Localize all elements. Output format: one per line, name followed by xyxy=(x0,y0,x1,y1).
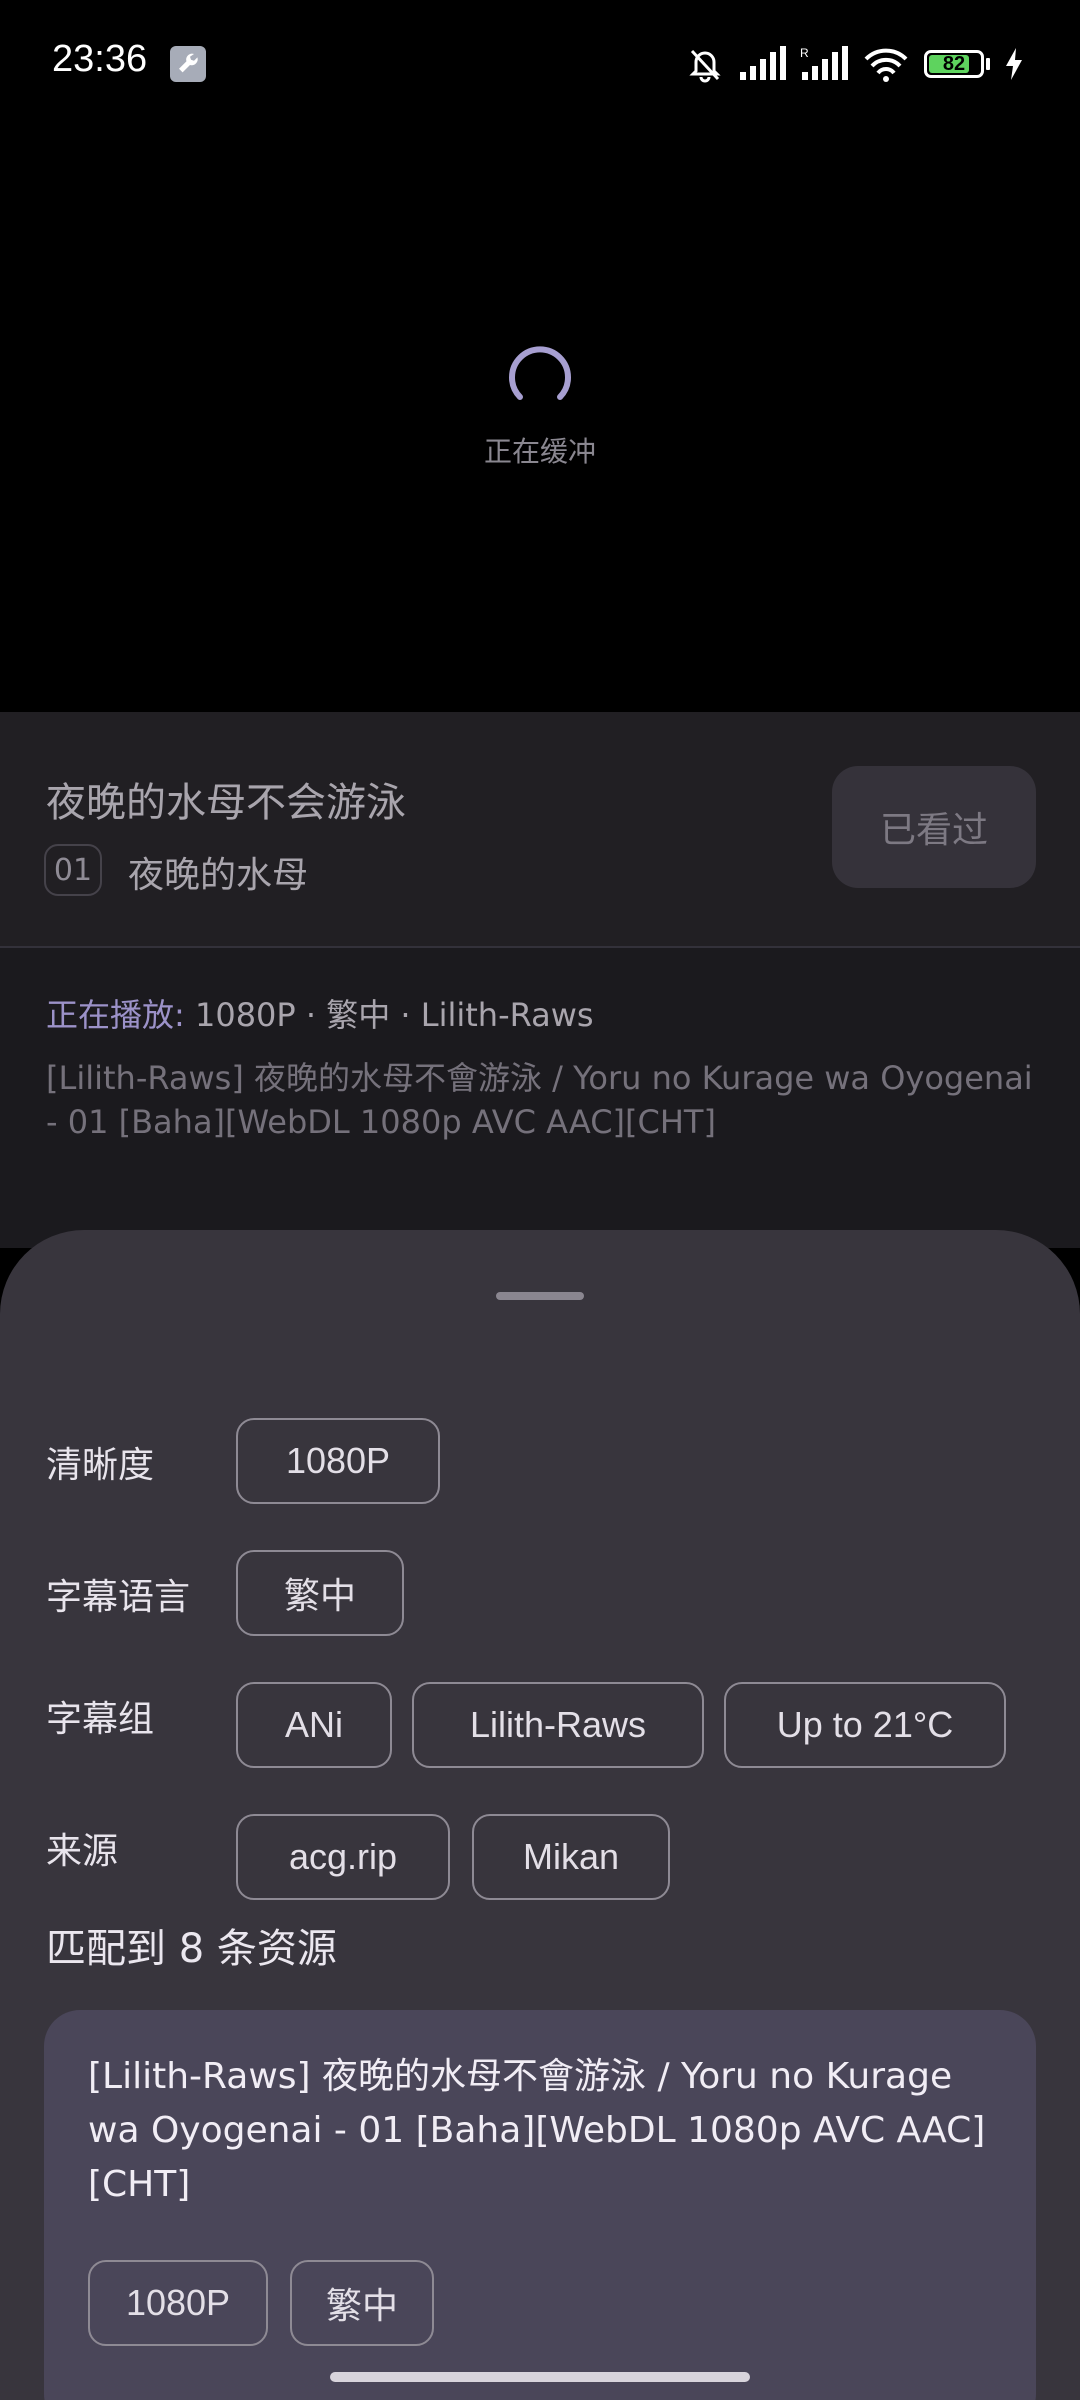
now-playing-line: 正在播放: 1080P · 繁中 · Lilith-Raws xyxy=(46,990,594,1036)
wifi-icon xyxy=(864,48,908,82)
resource-tag-resolution: 1080P xyxy=(88,2260,268,2346)
signal-icon xyxy=(740,46,786,80)
battery-level: 82 xyxy=(942,52,966,75)
status-icons: R 82 xyxy=(686,42,1024,86)
now-playing-info: 1080P · 繁中 · Lilith-Raws xyxy=(194,996,594,1034)
filter-label-subtitle-language: 字幕语言 xyxy=(46,1577,191,1618)
chip-subtitle-group-ani[interactable]: ANi xyxy=(236,1682,392,1768)
filter-row-subtitle-language: 字幕语言 繁中 xyxy=(0,1550,1080,1640)
chip-subtitle-group-lilith-raws[interactable]: Lilith-Raws xyxy=(412,1682,704,1768)
filter-label-source: 来源 xyxy=(46,1831,119,1872)
chip-source-mikan[interactable]: Mikan xyxy=(472,1814,670,1900)
video-player[interactable]: 正在缓冲 xyxy=(0,130,1080,712)
loading-spinner-icon xyxy=(509,346,571,400)
match-count: 匹配到 8 条资源 xyxy=(46,1926,337,1972)
resource-card[interactable]: [Lilith-Raws] 夜晚的水母不會游泳 / Yoru no Kurage… xyxy=(44,2010,1036,2400)
now-playing-section: 正在播放: 1080P · 繁中 · Lilith-Raws [Lilith-R… xyxy=(0,948,1080,1248)
home-indicator[interactable] xyxy=(330,2372,750,2382)
status-time: 23:36 xyxy=(52,38,148,80)
resource-title: [Lilith-Raws] 夜晚的水母不會游泳 / Yoru no Kurage… xyxy=(88,2056,986,2205)
chip-resolution-1080p[interactable]: 1080P xyxy=(236,1418,440,1504)
episode-header: 夜晚的水母不会游泳 01 夜晚的水母 已看过 xyxy=(0,712,1080,948)
signal-roaming-icon: R xyxy=(800,46,848,80)
episode-title: 夜晚的水母 xyxy=(128,855,309,896)
charging-icon xyxy=(1006,48,1022,80)
resource-tag-subtitle: 繁中 xyxy=(290,2260,434,2346)
now-playing-label: 正在播放: xyxy=(46,996,185,1034)
filter-row-source: 来源 acg.rip Mikan xyxy=(0,1814,1080,1904)
chip-source-acg-rip[interactable]: acg.rip xyxy=(236,1814,450,1900)
filter-label-subtitle-group: 字幕组 xyxy=(46,1699,155,1740)
filter-row-resolution: 清晰度 1080P xyxy=(0,1418,1080,1508)
episode-number-badge: 01 xyxy=(44,844,102,896)
wrench-icon xyxy=(170,46,206,82)
chip-subtitle-group-up-to-21c[interactable]: Up to 21°C xyxy=(724,1682,1006,1768)
now-playing-file-name: [Lilith-Raws] 夜晚的水母不會游泳 / Yoru no Kurage… xyxy=(46,1059,1033,1141)
filter-row-subtitle-group: 字幕组 ANi Lilith-Raws Up to 21°C xyxy=(0,1682,1080,1772)
drag-handle[interactable] xyxy=(496,1292,584,1300)
filter-label-resolution: 清晰度 xyxy=(46,1445,155,1486)
status-bar: 23:36 R 82 xyxy=(0,0,1080,130)
watched-button[interactable]: 已看过 xyxy=(832,766,1036,888)
svg-text:R: R xyxy=(800,46,809,60)
anime-title: 夜晚的水母不会游泳 xyxy=(46,780,406,826)
battery-icon: 82 xyxy=(924,50,990,78)
media-source-sheet: 清晰度 1080P 字幕语言 繁中 字幕组 ANi Lilith-Raws Up… xyxy=(0,1230,1080,2400)
bell-off-icon xyxy=(689,49,721,83)
buffering-text: 正在缓冲 xyxy=(483,435,596,468)
chip-subtitle-language-cht[interactable]: 繁中 xyxy=(236,1550,404,1636)
